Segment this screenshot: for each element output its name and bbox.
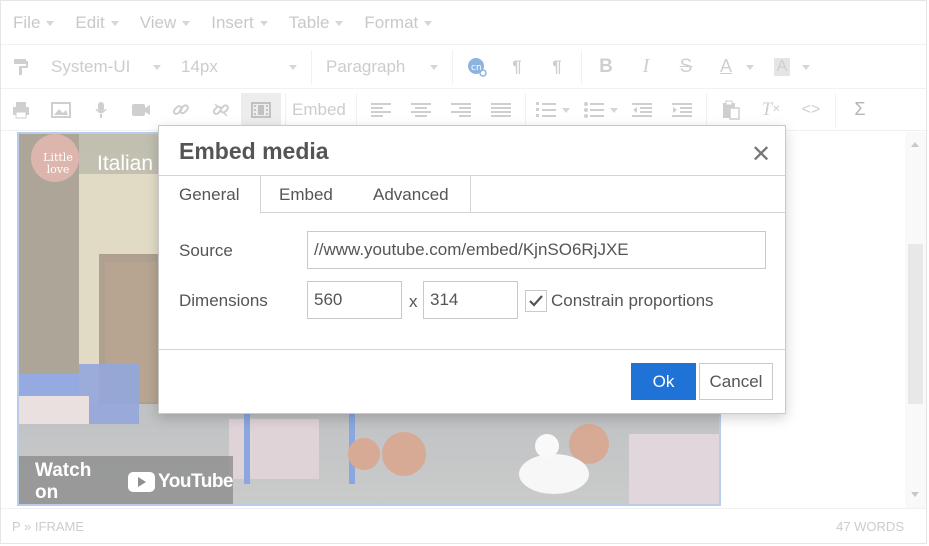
close-icon[interactable]: ✕ [751,140,771,169]
source-input[interactable]: //www.youtube.com/embed/KjnSO6RjJXE [307,231,766,269]
source-label: Source [179,241,233,260]
height-input[interactable]: 314 [423,281,518,319]
tab-embed[interactable]: Embed [279,176,359,214]
dialog-title: Embed media [179,138,329,164]
constrain-proportions-checkbox[interactable] [525,290,547,312]
width-input[interactable]: 560 [307,281,402,319]
ok-button[interactable]: Ok [631,363,696,400]
dialog-tabs: General Embed Advanced [159,175,785,214]
dialog-footer-divider [159,349,785,350]
embed-media-dialog: Embed media ✕ General Embed Advanced Sou… [158,125,786,414]
checkmark-icon [529,295,543,307]
tab-advanced[interactable]: Advanced [373,176,473,214]
dimensions-label: Dimensions [179,291,268,310]
cancel-button[interactable]: Cancel [699,363,773,400]
dimension-separator: x [409,292,418,311]
tab-divider [470,176,471,213]
constrain-proportions-label[interactable]: Constrain proportions [551,291,714,311]
tab-general[interactable]: General [159,176,261,214]
